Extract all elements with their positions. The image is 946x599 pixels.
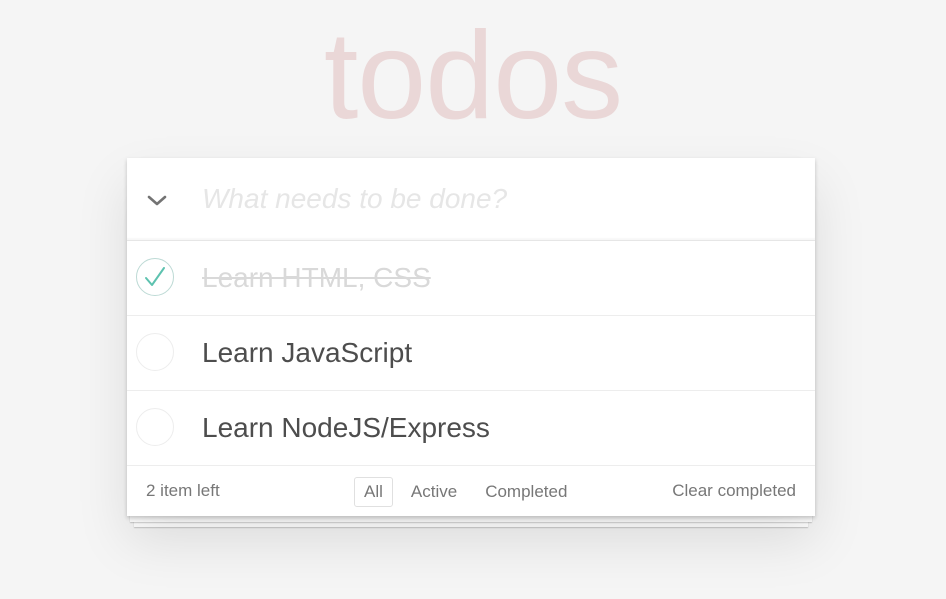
todo-list: Learn HTML, CSS Learn JavaScript Learn N…: [127, 241, 815, 466]
filter-tabs: All Active Completed: [354, 477, 577, 507]
todo-header: [127, 158, 815, 241]
toggle-all-chevron-down-icon[interactable]: [137, 180, 177, 220]
filter-active[interactable]: Active: [401, 477, 467, 507]
todo-footer: 2 item left All Active Completed Clear c…: [127, 466, 815, 516]
todo-toggle-incomplete[interactable]: [136, 333, 174, 371]
filter-all[interactable]: All: [354, 477, 393, 507]
items-left-count: 2 item left: [146, 481, 220, 500]
check-icon: [145, 267, 165, 286]
chevron-down-icon: [147, 195, 167, 206]
todo-item-2: Learn JavaScript: [127, 316, 815, 391]
todo-label[interactable]: Learn NodeJS/Express: [202, 391, 490, 465]
filter-completed[interactable]: Completed: [475, 477, 577, 507]
todo-label[interactable]: Learn HTML, CSS: [202, 241, 431, 315]
todo-item-3: Learn NodeJS/Express: [127, 391, 815, 466]
todo-app-panel: Learn HTML, CSS Learn JavaScript Learn N…: [127, 158, 815, 516]
todo-toggle-completed[interactable]: [136, 258, 174, 296]
clear-completed-button[interactable]: Clear completed: [672, 466, 796, 516]
todo-label[interactable]: Learn JavaScript: [202, 316, 412, 390]
todo-item-1: Learn HTML, CSS: [127, 241, 815, 316]
new-todo-input[interactable]: [202, 174, 792, 224]
app-title: todos: [323, 7, 623, 145]
todo-toggle-incomplete[interactable]: [136, 408, 174, 446]
